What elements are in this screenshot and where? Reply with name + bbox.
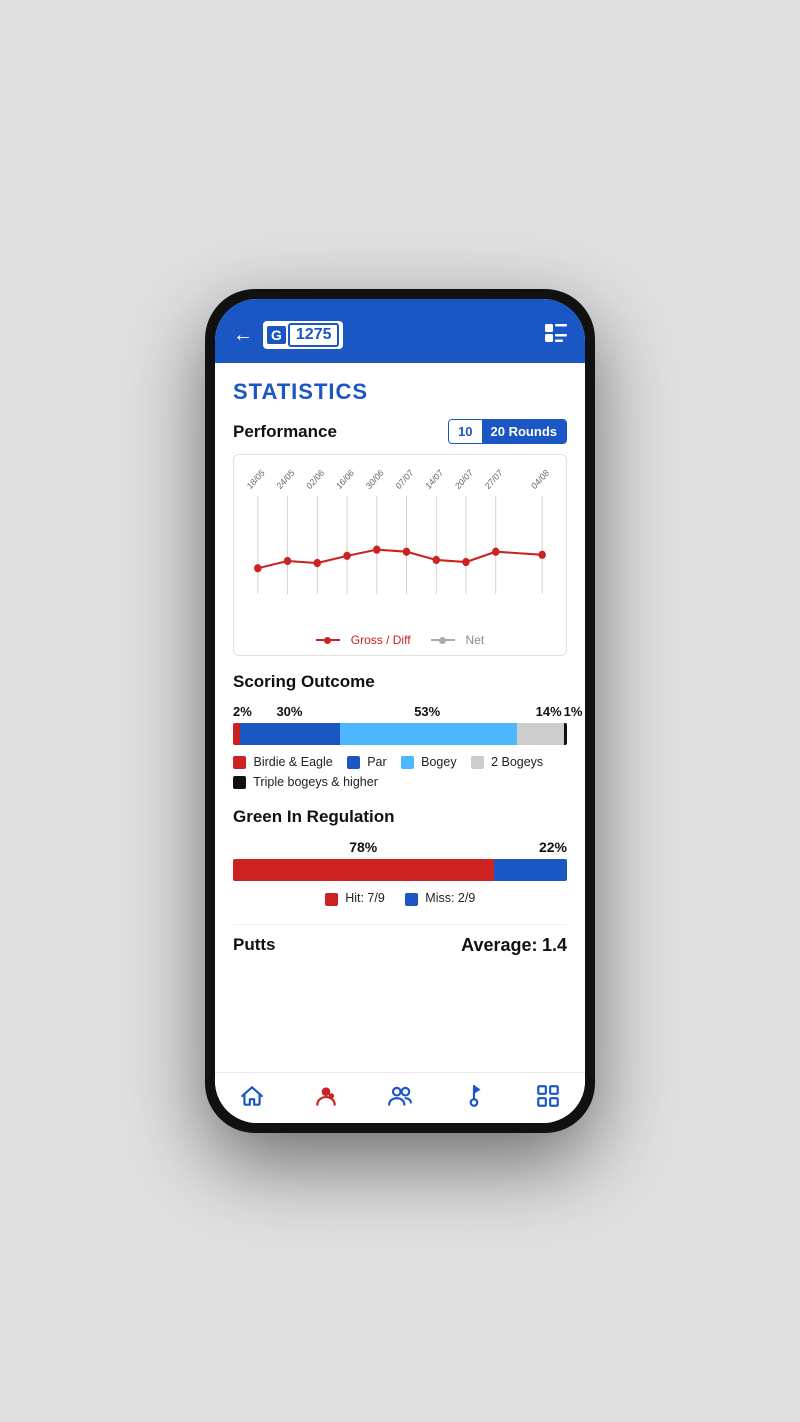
status-bar (215, 299, 585, 311)
chart-legend: Gross / Diff Net (242, 633, 558, 647)
svg-text:14/07: 14/07 (424, 467, 446, 491)
swatch-gir-hit (325, 893, 338, 906)
bar-bogey (340, 723, 517, 745)
nav-golf[interactable] (461, 1083, 487, 1109)
bar-triple (564, 723, 567, 745)
phone-screen: ← G 1275 STATISTICS Per (215, 299, 585, 1123)
label-gir-hit: Hit: 7/9 (345, 891, 385, 905)
gir-miss-pct: 22% (494, 839, 567, 855)
swatch-two-bogeys (471, 756, 484, 769)
nav-home[interactable] (239, 1083, 265, 1109)
scoring-legend: Birdie & Eagle Par Bogey 2 Bogeys (233, 755, 567, 789)
gir-legend-hit: Hit: 7/9 (325, 891, 385, 905)
gir-section: Green In Regulation 78% 22% Hit: 7/9 (233, 807, 567, 905)
gir-bar-miss (494, 859, 567, 881)
putts-section: Putts Average: 1.4 (233, 924, 567, 960)
triple-pct: 1% (564, 704, 567, 719)
page-title: STATISTICS (233, 379, 567, 405)
swatch-gir-miss (405, 893, 418, 906)
toggle-10-button[interactable]: 10 (449, 420, 481, 443)
nav-group[interactable] (387, 1083, 413, 1109)
nav-profile[interactable] (313, 1083, 339, 1109)
svg-text:30/06: 30/06 (364, 467, 386, 491)
logo-badge: G 1275 (263, 321, 343, 349)
menu-button[interactable] (545, 324, 567, 347)
header-left: ← G 1275 (233, 321, 343, 349)
performance-header: Performance 10 20 Rounds (233, 419, 567, 444)
performance-title: Performance (233, 422, 337, 442)
swatch-birdie (233, 756, 246, 769)
svg-text:20/07: 20/07 (453, 467, 475, 491)
svg-text:04/08: 04/08 (529, 467, 551, 491)
svg-text:24/05: 24/05 (275, 467, 297, 491)
scoring-bar (233, 723, 567, 745)
legend-two-bogeys: 2 Bogeys (471, 755, 544, 769)
two-bogeys-pct: 14% (515, 704, 561, 719)
nav-grid[interactable] (535, 1083, 561, 1109)
legend-birdie-eagle: Birdie & Eagle (233, 755, 333, 769)
legend-par: Par (347, 755, 387, 769)
par-pct: 30% (240, 704, 340, 719)
swatch-triple (233, 776, 246, 789)
chart-area: 18/05 24/05 02/06 16/06 30/06 07/07 14/0… (242, 465, 558, 625)
legend-net: Net (431, 633, 485, 647)
label-bogey: Bogey (421, 755, 456, 769)
gir-legend-miss: Miss: 2/9 (405, 891, 476, 905)
label-par: Par (367, 755, 386, 769)
legend-gross: Gross / Diff (316, 633, 411, 647)
gir-bar (233, 859, 567, 881)
label-birdie: Birdie & Eagle (253, 755, 332, 769)
swatch-par (347, 756, 360, 769)
svg-text:07/07: 07/07 (394, 467, 416, 491)
legend-triple: Triple bogeys & higher (233, 775, 378, 789)
bottom-nav (215, 1072, 585, 1123)
legend-bogey: Bogey (401, 755, 457, 769)
chart-svg: 18/05 24/05 02/06 16/06 30/06 07/07 14/0… (242, 465, 558, 625)
label-two-bogeys: 2 Bogeys (491, 755, 543, 769)
gir-hit-pct: 78% (233, 839, 494, 855)
scoring-percentages: 2% 30% 53% 14% 1% (233, 704, 567, 719)
birdie-eagle-pct: 2% (233, 704, 240, 719)
scoring-section: Scoring Outcome 2% 30% 53% 14% 1% (233, 672, 567, 789)
bar-two-bogeys (517, 723, 564, 745)
rounds-toggle: 10 20 Rounds (448, 419, 567, 444)
phone-frame: ← G 1275 STATISTICS Per (205, 289, 595, 1133)
svg-text:18/05: 18/05 (245, 467, 267, 491)
gir-legend: Hit: 7/9 Miss: 2/9 (233, 891, 567, 905)
bar-par (240, 723, 340, 745)
performance-chart: 18/05 24/05 02/06 16/06 30/06 07/07 14/0… (233, 454, 567, 656)
label-triple: Triple bogeys & higher (253, 775, 378, 789)
svg-text:02/06: 02/06 (305, 467, 327, 491)
scoring-title: Scoring Outcome (233, 672, 567, 692)
logo-letter: G (267, 326, 286, 344)
toggle-20-button[interactable]: 20 Rounds (482, 420, 566, 443)
label-gir-miss: Miss: 2/9 (425, 891, 475, 905)
bogey-pct: 53% (339, 704, 515, 719)
swatch-bogey (401, 756, 414, 769)
gir-bar-hit (233, 859, 494, 881)
gir-title: Green In Regulation (233, 807, 567, 827)
app-header: ← G 1275 (215, 311, 585, 363)
svg-text:16/06: 16/06 (334, 467, 356, 491)
gir-percentages: 78% 22% (233, 839, 567, 855)
bar-birdie-eagle (233, 723, 240, 745)
main-content: STATISTICS Performance 10 20 Rounds (215, 363, 585, 1072)
handicap-value: 1275 (288, 323, 340, 347)
svg-text:27/07: 27/07 (483, 467, 505, 491)
back-button[interactable]: ← (233, 324, 253, 347)
putts-average: Average: 1.4 (461, 935, 567, 956)
putts-avg-value: 1.4 (542, 935, 567, 955)
putts-title: Putts (233, 935, 276, 955)
